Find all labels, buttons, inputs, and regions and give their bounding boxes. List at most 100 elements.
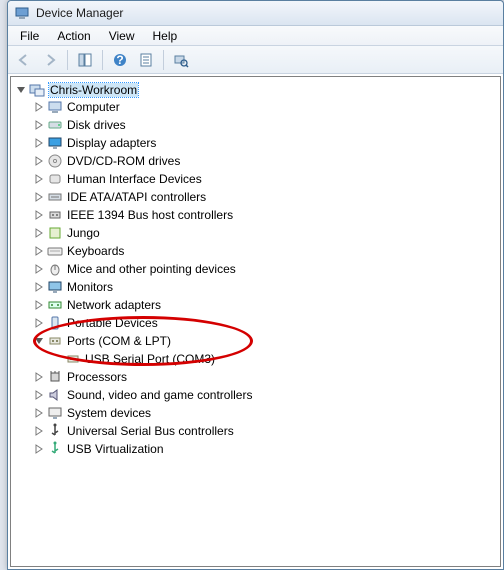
tree-node[interactable]: Display adapters: [31, 134, 498, 152]
tree-node[interactable]: Computer: [31, 98, 498, 116]
tree-node[interactable]: Sound, video and game controllers: [31, 386, 498, 404]
help-button[interactable]: ?: [108, 48, 132, 72]
display-icon: [47, 135, 63, 151]
tree-node-label: IDE ATA/ATAPI controllers: [67, 190, 206, 204]
expand-icon[interactable]: [33, 263, 45, 275]
scan-hardware-button[interactable]: [169, 48, 193, 72]
toolbar-separator: [163, 50, 164, 70]
cpu-icon: [47, 369, 63, 385]
disk-icon: [47, 117, 63, 133]
menu-view[interactable]: View: [101, 28, 143, 44]
network-icon: [47, 297, 63, 313]
jungo-icon: [47, 225, 63, 241]
system-icon: [47, 405, 63, 421]
tree-node[interactable]: Jungo: [31, 224, 498, 242]
ide-icon: [47, 189, 63, 205]
port-icon: [47, 333, 63, 349]
app-icon: [14, 5, 30, 21]
expand-icon[interactable]: [33, 245, 45, 257]
tree-node-label: Computer: [67, 100, 120, 114]
computer-icon: [47, 99, 63, 115]
tree-node[interactable]: IEEE 1394 Bus host controllers: [31, 206, 498, 224]
tree-node-label: Network adapters: [67, 298, 161, 312]
tree-node-label: Human Interface Devices: [67, 172, 202, 186]
dvd-icon: [47, 153, 63, 169]
tree-root-label: Chris-Workroom: [49, 83, 138, 97]
portable-icon: [47, 315, 63, 331]
tree-node[interactable]: Processors: [31, 368, 498, 386]
tree-node-label: IEEE 1394 Bus host controllers: [67, 208, 233, 222]
properties-button[interactable]: [134, 48, 158, 72]
tree-node[interactable]: USB Virtualization: [31, 440, 498, 458]
menu-file[interactable]: File: [12, 28, 47, 44]
expand-icon[interactable]: [33, 137, 45, 149]
tree-node-label: Keyboards: [67, 244, 124, 258]
forward-button: [38, 48, 62, 72]
collapse-icon[interactable]: [15, 84, 27, 96]
tree-node[interactable]: Ports (COM & LPT): [31, 332, 498, 350]
tree-node-label: Universal Serial Bus controllers: [67, 424, 234, 438]
tree-node-label: Display adapters: [67, 136, 156, 150]
usb-icon: [47, 423, 63, 439]
menu-action[interactable]: Action: [49, 28, 98, 44]
menu-help[interactable]: Help: [145, 28, 186, 44]
tree-node-label: System devices: [67, 406, 151, 420]
tree-node-label: Processors: [67, 370, 127, 384]
keyboard-icon: [47, 243, 63, 259]
expand-icon[interactable]: [33, 299, 45, 311]
expand-icon[interactable]: [33, 371, 45, 383]
tree-node-label: Sound, video and game controllers: [67, 388, 252, 402]
expand-icon[interactable]: [33, 209, 45, 221]
back-button: [12, 48, 36, 72]
tree-node-label: USB Virtualization: [67, 442, 164, 456]
tree-leaf[interactable]: USB Serial Port (COM3): [49, 350, 498, 368]
tree-node[interactable]: DVD/CD-ROM drives: [31, 152, 498, 170]
expand-icon[interactable]: [33, 425, 45, 437]
expand-icon[interactable]: [33, 119, 45, 131]
expand-icon[interactable]: [33, 281, 45, 293]
expand-icon[interactable]: [33, 173, 45, 185]
mouse-icon: [47, 261, 63, 277]
tree-node[interactable]: Disk drives: [31, 116, 498, 134]
device-manager-window: Device Manager File Action View Help ?: [7, 0, 504, 570]
tree-node[interactable]: IDE ATA/ATAPI controllers: [31, 188, 498, 206]
tree-node-label: Jungo: [67, 226, 100, 240]
usbv-icon: [47, 441, 63, 457]
computer-root-icon: [29, 82, 45, 98]
menu-bar: File Action View Help: [8, 26, 503, 46]
toolbar: ?: [8, 46, 503, 74]
toolbar-separator: [67, 50, 68, 70]
expand-icon[interactable]: [33, 389, 45, 401]
expand-icon[interactable]: [33, 155, 45, 167]
expand-icon[interactable]: [33, 443, 45, 455]
tree-node-label: Ports (COM & LPT): [67, 334, 171, 348]
tree-node[interactable]: Keyboards: [31, 242, 498, 260]
tree-node-label: DVD/CD-ROM drives: [67, 154, 180, 168]
svg-text:?: ?: [116, 53, 123, 67]
ieee-icon: [47, 207, 63, 223]
tree-node[interactable]: Mice and other pointing devices: [31, 260, 498, 278]
hid-icon: [47, 171, 63, 187]
port-icon: [65, 351, 81, 367]
tree-node[interactable]: Monitors: [31, 278, 498, 296]
tree-pane[interactable]: Chris-Workroom Computer Disk drives Disp…: [10, 76, 501, 567]
sound-icon: [47, 387, 63, 403]
expand-icon[interactable]: [33, 101, 45, 113]
window-title: Device Manager: [36, 6, 123, 20]
expand-icon[interactable]: [33, 335, 45, 347]
tree-node[interactable]: Human Interface Devices: [31, 170, 498, 188]
tree-root-node[interactable]: Chris-Workroom: [13, 81, 498, 98]
title-bar[interactable]: Device Manager: [8, 1, 503, 26]
expand-icon[interactable]: [33, 407, 45, 419]
show-hide-tree-button[interactable]: [73, 48, 97, 72]
expand-icon[interactable]: [33, 191, 45, 203]
tree-node-label: Portable Devices: [67, 316, 158, 330]
tree-node[interactable]: Universal Serial Bus controllers: [31, 422, 498, 440]
tree-node-label: Mice and other pointing devices: [67, 262, 236, 276]
tree-node-label: Monitors: [67, 280, 113, 294]
tree-node[interactable]: System devices: [31, 404, 498, 422]
tree-node[interactable]: Portable Devices: [31, 314, 498, 332]
tree-node[interactable]: Network adapters: [31, 296, 498, 314]
expand-icon[interactable]: [33, 227, 45, 239]
expand-icon[interactable]: [33, 317, 45, 329]
